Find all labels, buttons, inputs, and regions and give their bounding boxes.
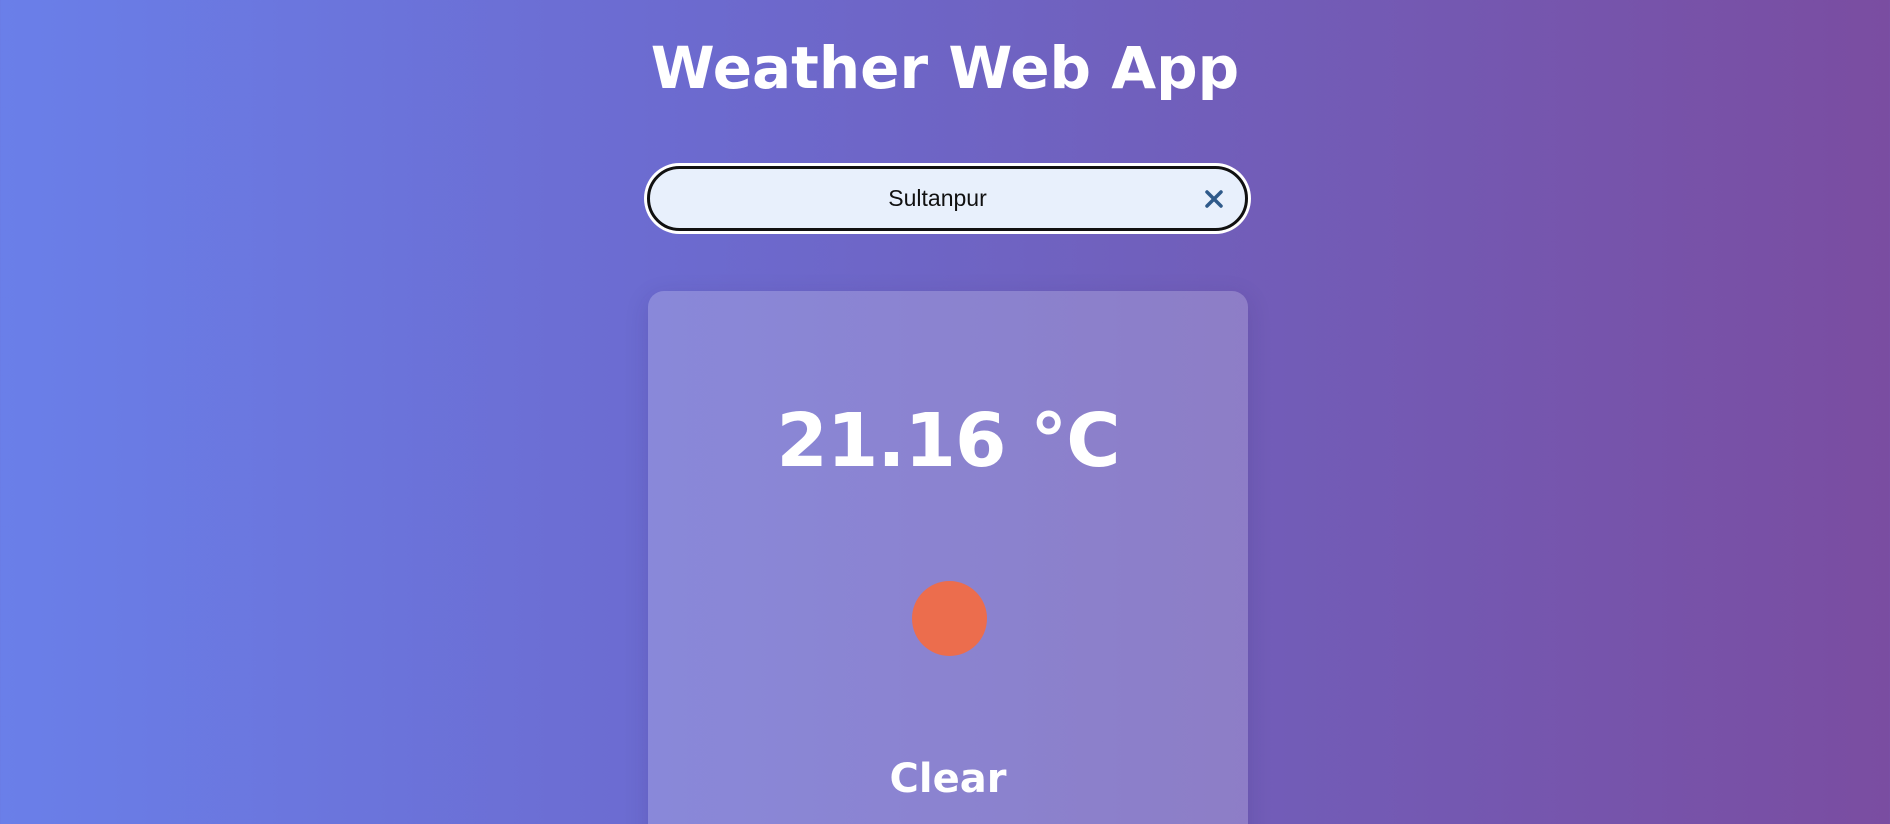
city-search-input[interactable] xyxy=(690,169,1185,228)
weather-condition: Clear xyxy=(889,756,1007,802)
page-title: Weather Web App xyxy=(650,34,1240,102)
search-box xyxy=(644,163,1251,234)
close-icon[interactable] xyxy=(1203,188,1225,210)
weather-card: 21.16 °C Clear xyxy=(648,291,1248,824)
temperature-value: 21.16 °C xyxy=(776,398,1120,484)
sun-icon xyxy=(912,581,987,656)
search-field-frame xyxy=(647,166,1248,231)
